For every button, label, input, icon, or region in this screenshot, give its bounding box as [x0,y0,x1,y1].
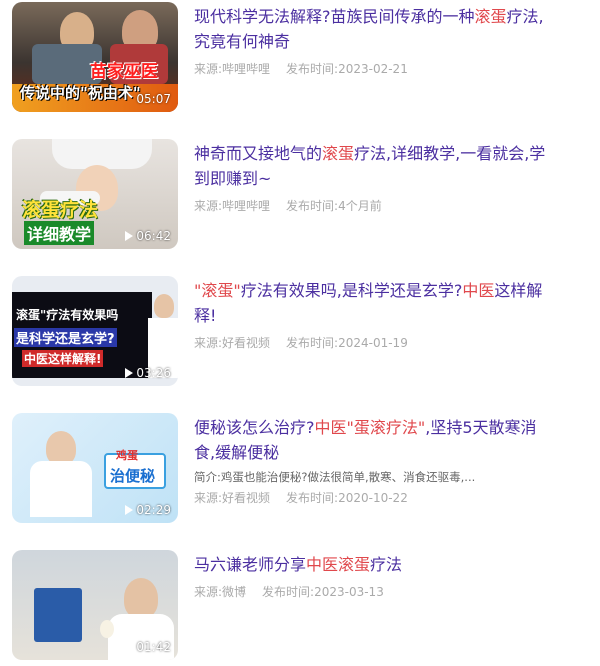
video-thumbnail[interactable]: 滚蛋"疗法有效果吗 是科学还是玄学? 中医这样解释! 03:26 [12,276,178,386]
egg-shape [100,620,114,638]
video-source: 来源:好看视频 [194,491,271,505]
video-item[interactable]: 滚蛋疗法 详细教学 06:42 神奇而又接地气的滚蛋疗法,详细教学,一看就会,学… [0,139,600,259]
doctor-coat [30,461,92,517]
video-source: 来源:哔哩哔哩 [194,62,271,76]
video-duration: 05:07 [136,92,171,106]
video-duration: 02:29 [125,503,171,517]
publish-date: 发布时间:2024-01-19 [286,336,408,350]
doctor-coat [52,139,152,169]
video-thumbnail[interactable]: 01:42 [12,550,178,660]
video-item[interactable]: 鸡蛋 治便秘 02:29 便秘该怎么治疗?中医"蛋滚疗法",坚持5天散寒消食,缓… [0,413,600,533]
publish-date: 发布时间:2023-03-13 [262,585,384,599]
play-icon [125,368,134,378]
thumbnail-caption: 中医这样解释! [22,350,104,367]
play-icon [125,642,134,652]
thumbnail-caption: 鸡蛋 [116,449,138,462]
doctor-face [154,294,174,318]
video-duration: 01:42 [125,640,171,654]
poster-shape [34,588,82,642]
doctor-face [46,431,76,465]
video-duration: 03:26 [125,366,171,380]
thumbnail-caption: 详细教学 [24,221,95,245]
thumbnail-caption: 传说中的"祝由术" [20,84,141,102]
video-title[interactable]: 神奇而又接地气的滚蛋疗法,详细教学,一看就会,学到即赚到~ [194,141,546,191]
video-duration: 06:42 [125,229,171,243]
video-summary: 简介:鸡蛋也能治便秘?做法很简单,散寒、消食还驱毒,... [194,470,476,484]
publish-date: 发布时间:2020-10-22 [286,491,408,505]
video-title[interactable]: 现代科学无法解释?苗族民间传承的一种滚蛋疗法,究竟有何神奇 [194,4,546,54]
video-title[interactable]: 马六谦老师分享中医滚蛋疗法 [194,552,546,577]
video-source: 来源:好看视频 [194,336,271,350]
play-icon [125,505,134,515]
play-icon [125,231,134,241]
video-title[interactable]: 便秘该怎么治疗?中医"蛋滚疗法",坚持5天散寒消食,缓解便秘 [194,415,546,465]
video-source: 来源:哔哩哔哩 [194,199,271,213]
thumbnail-caption: 滚蛋疗法 [22,199,99,221]
video-title[interactable]: "滚蛋"疗法有效果吗,是科学还是玄学?中医这样解释! [194,278,546,328]
publish-date: 发布时间:2023-02-21 [286,62,408,76]
video-item[interactable]: 苗家巫医 传说中的"祝由术" 05:07 现代科学无法解释?苗族民间传承的一种滚… [0,2,600,122]
publish-date: 发布时间:4个月前 [286,199,382,213]
thumbnail-caption: 滚蛋"疗法有效果吗 [16,308,119,322]
video-source: 来源:微博 [194,585,247,599]
thumbnail-caption: 是科学还是玄学? [14,328,117,347]
video-result-list: 苗家巫医 传说中的"祝由术" 05:07 现代科学无法解释?苗族民间传承的一种滚… [0,0,600,666]
doctor-face [124,578,158,618]
thumbnail-caption: 治便秘 [110,467,156,485]
thumbnail-caption: 苗家巫医 [90,62,158,82]
video-item[interactable]: 滚蛋"疗法有效果吗 是科学还是玄学? 中医这样解释! 03:26 "滚蛋"疗法有… [0,276,600,396]
video-thumbnail[interactable]: 鸡蛋 治便秘 02:29 [12,413,178,523]
video-item[interactable]: 01:42 马六谦老师分享中医滚蛋疗法 来源:微博 发布时间:2023-03-1… [0,550,600,666]
video-thumbnail[interactable]: 苗家巫医 传说中的"祝由术" 05:07 [12,2,178,112]
video-thumbnail[interactable]: 滚蛋疗法 详细教学 06:42 [12,139,178,249]
